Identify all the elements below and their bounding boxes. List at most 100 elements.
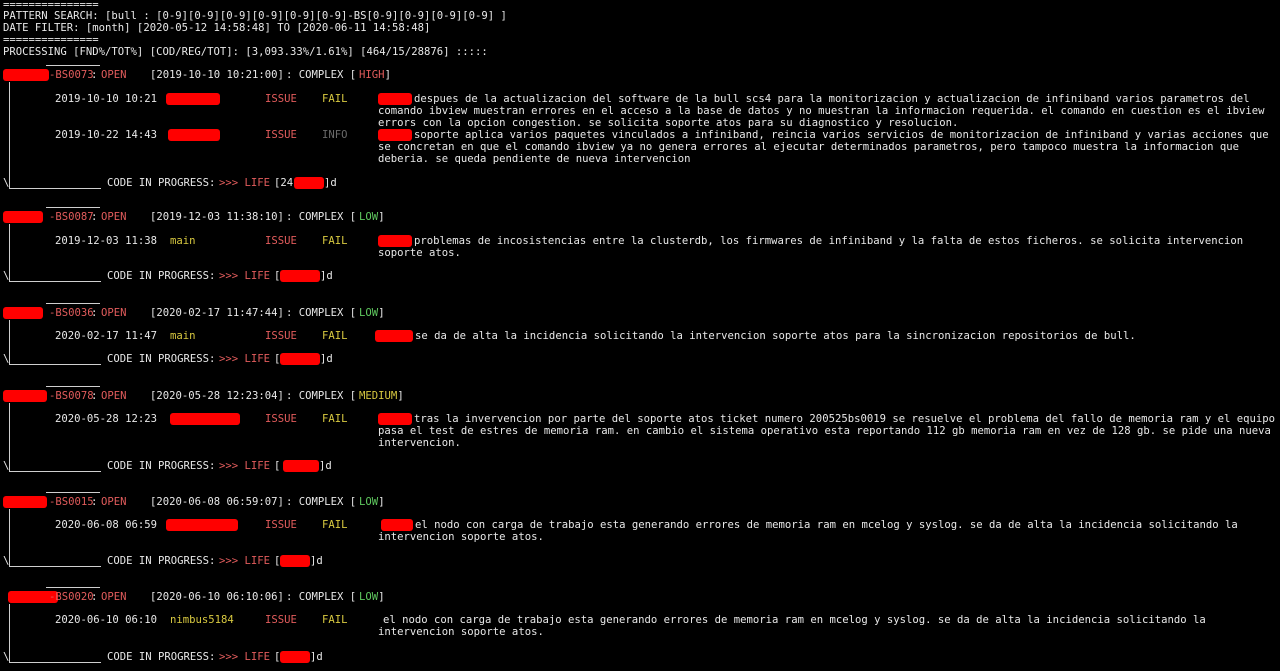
entry-datetime: 2019-12-03 11:38: [55, 235, 158, 247]
life-label: >>> LIFE: [219, 460, 271, 472]
life-open: [: [274, 460, 281, 472]
redacted-block: [378, 235, 412, 247]
code-in-progress: CODE IN PROGRESS:: [107, 460, 216, 472]
complex-label: : COMPLEX [: [286, 390, 357, 402]
ticket-sep: :: [91, 496, 98, 508]
entry-description: pasa el test de estres de memoria ram. e…: [378, 424, 1271, 437]
ticket-rule: [46, 492, 100, 493]
ticket-id: -BS0036: [49, 307, 94, 319]
entry-type: ISSUE: [265, 235, 297, 247]
entry-description: intervencion soporte atos.: [378, 625, 544, 638]
redacted-block: [375, 330, 413, 342]
redacted-block: [166, 519, 238, 531]
life-label: >>> LIFE: [219, 651, 271, 663]
entry-type: ISSUE: [265, 129, 297, 141]
entry-user: main: [170, 330, 196, 342]
life-close: ]d: [320, 353, 333, 365]
complex-level: LOW: [359, 211, 379, 223]
complex-close: ]: [378, 307, 385, 319]
complex-level: LOW: [359, 307, 379, 319]
life-close: ]d: [310, 651, 323, 663]
entry-datetime: 2020-02-17 11:47: [55, 330, 158, 342]
ticket-status: OPEN: [101, 211, 127, 223]
ticket-date: [2019-12-03 11:38:10]: [150, 211, 284, 223]
ticket-sep: :: [91, 591, 98, 603]
entry-type: ISSUE: [265, 93, 297, 105]
redacted-block: [378, 129, 412, 141]
terminal-window: =============== PATTERN SEARCH: [bull : …: [3, 0, 1277, 671]
ticket-rule: [46, 386, 100, 387]
ticket-id: -BS0087: [49, 211, 94, 223]
ticket-id: -BS0015: [49, 496, 94, 508]
entry-description: intervencion soporte atos.: [378, 530, 544, 543]
entry-result: FAIL: [322, 330, 348, 342]
entry-description: errors con la opcion congestion. se soli…: [378, 116, 959, 129]
entry-type: ISSUE: [265, 614, 297, 626]
complex-close: ]: [378, 496, 385, 508]
complex-level: HIGH: [359, 69, 385, 81]
complex-level: MEDIUM: [359, 390, 398, 402]
redacted-block: [381, 519, 413, 531]
life-close: ]d: [319, 460, 332, 472]
ticket-status: OPEN: [101, 496, 127, 508]
entry-datetime: 2019-10-22 14:43: [55, 129, 158, 141]
entry-description: deberia. se queda pendiente de nueva int…: [378, 152, 691, 165]
entry-result: FAIL: [322, 519, 348, 531]
entry-description: intervencion.: [378, 436, 461, 449]
footer-rule: [9, 281, 101, 282]
complex-label: : COMPLEX [: [286, 496, 357, 508]
entry-datetime: 2020-05-28 12:23: [55, 413, 158, 425]
ticket-date: [2020-06-10 06:10:06]: [150, 591, 284, 603]
life-label: >>> LIFE: [219, 270, 271, 282]
ticket-rule: [46, 303, 100, 304]
ticket-sep: :: [91, 69, 98, 81]
code-in-progress: CODE IN PROGRESS:: [107, 177, 216, 189]
redacted-block: [280, 270, 320, 282]
life-open: [24: [274, 177, 294, 189]
code-in-progress: CODE IN PROGRESS:: [107, 651, 216, 663]
redacted-block: [3, 307, 43, 319]
redacted-block: [280, 353, 320, 365]
ticket-date: [2020-02-17 11:47:44]: [150, 307, 284, 319]
footer-corner: \: [3, 353, 10, 365]
complex-level: LOW: [359, 591, 379, 603]
redacted-block: [294, 177, 324, 189]
code-in-progress: CODE IN PROGRESS:: [107, 555, 216, 567]
entry-description: soporte atos.: [378, 246, 461, 259]
footer-rule: [9, 188, 101, 189]
complex-label: : COMPLEX [: [286, 211, 357, 223]
entry-description: se concretan en que el comando ibview ya…: [378, 140, 1240, 153]
complex-close: ]: [378, 591, 385, 603]
life-close: ]d: [324, 177, 337, 189]
redacted-block: [3, 69, 49, 81]
entry-result: FAIL: [322, 93, 348, 105]
life-close: ]d: [310, 555, 323, 567]
life-label: >>> LIFE: [219, 177, 271, 189]
entry-result: FAIL: [322, 235, 348, 247]
life-label: >>> LIFE: [219, 353, 271, 365]
entry-type: ISSUE: [265, 413, 297, 425]
ticket-date: [2020-06-08 06:59:07]: [150, 496, 284, 508]
ticket-sep: :: [91, 307, 98, 319]
entry-description: comando ibview muestran errores en el ac…: [378, 104, 1265, 117]
ticket-date: [2020-05-28 12:23:04]: [150, 390, 284, 402]
ticket-id: -BS0078: [49, 390, 94, 402]
entry-result: INFO: [322, 129, 348, 141]
entry-datetime: 2020-06-08 06:59: [55, 519, 158, 531]
entry-description: se da de alta la incidencia solicitando …: [415, 330, 1136, 342]
redacted-block: [280, 555, 310, 567]
life-close: ]d: [320, 270, 333, 282]
redacted-block: [378, 413, 412, 425]
processing-line: PROCESSING [FND%/TOT%] [COD/REG/TOT]: [3…: [3, 46, 488, 58]
ticket-rule: [46, 65, 100, 66]
entry-user: main: [170, 235, 196, 247]
entry-type: ISSUE: [265, 330, 297, 342]
code-in-progress: CODE IN PROGRESS:: [107, 270, 216, 282]
entry-datetime: 2020-06-10 06:10: [55, 614, 158, 626]
entry-user: nimbus5184: [170, 614, 234, 626]
ticket-sep: :: [91, 211, 98, 223]
footer-corner: \: [3, 651, 10, 663]
ticket-rule: [46, 207, 100, 208]
redacted-block: [168, 129, 220, 141]
ticket-rule: [46, 587, 100, 588]
